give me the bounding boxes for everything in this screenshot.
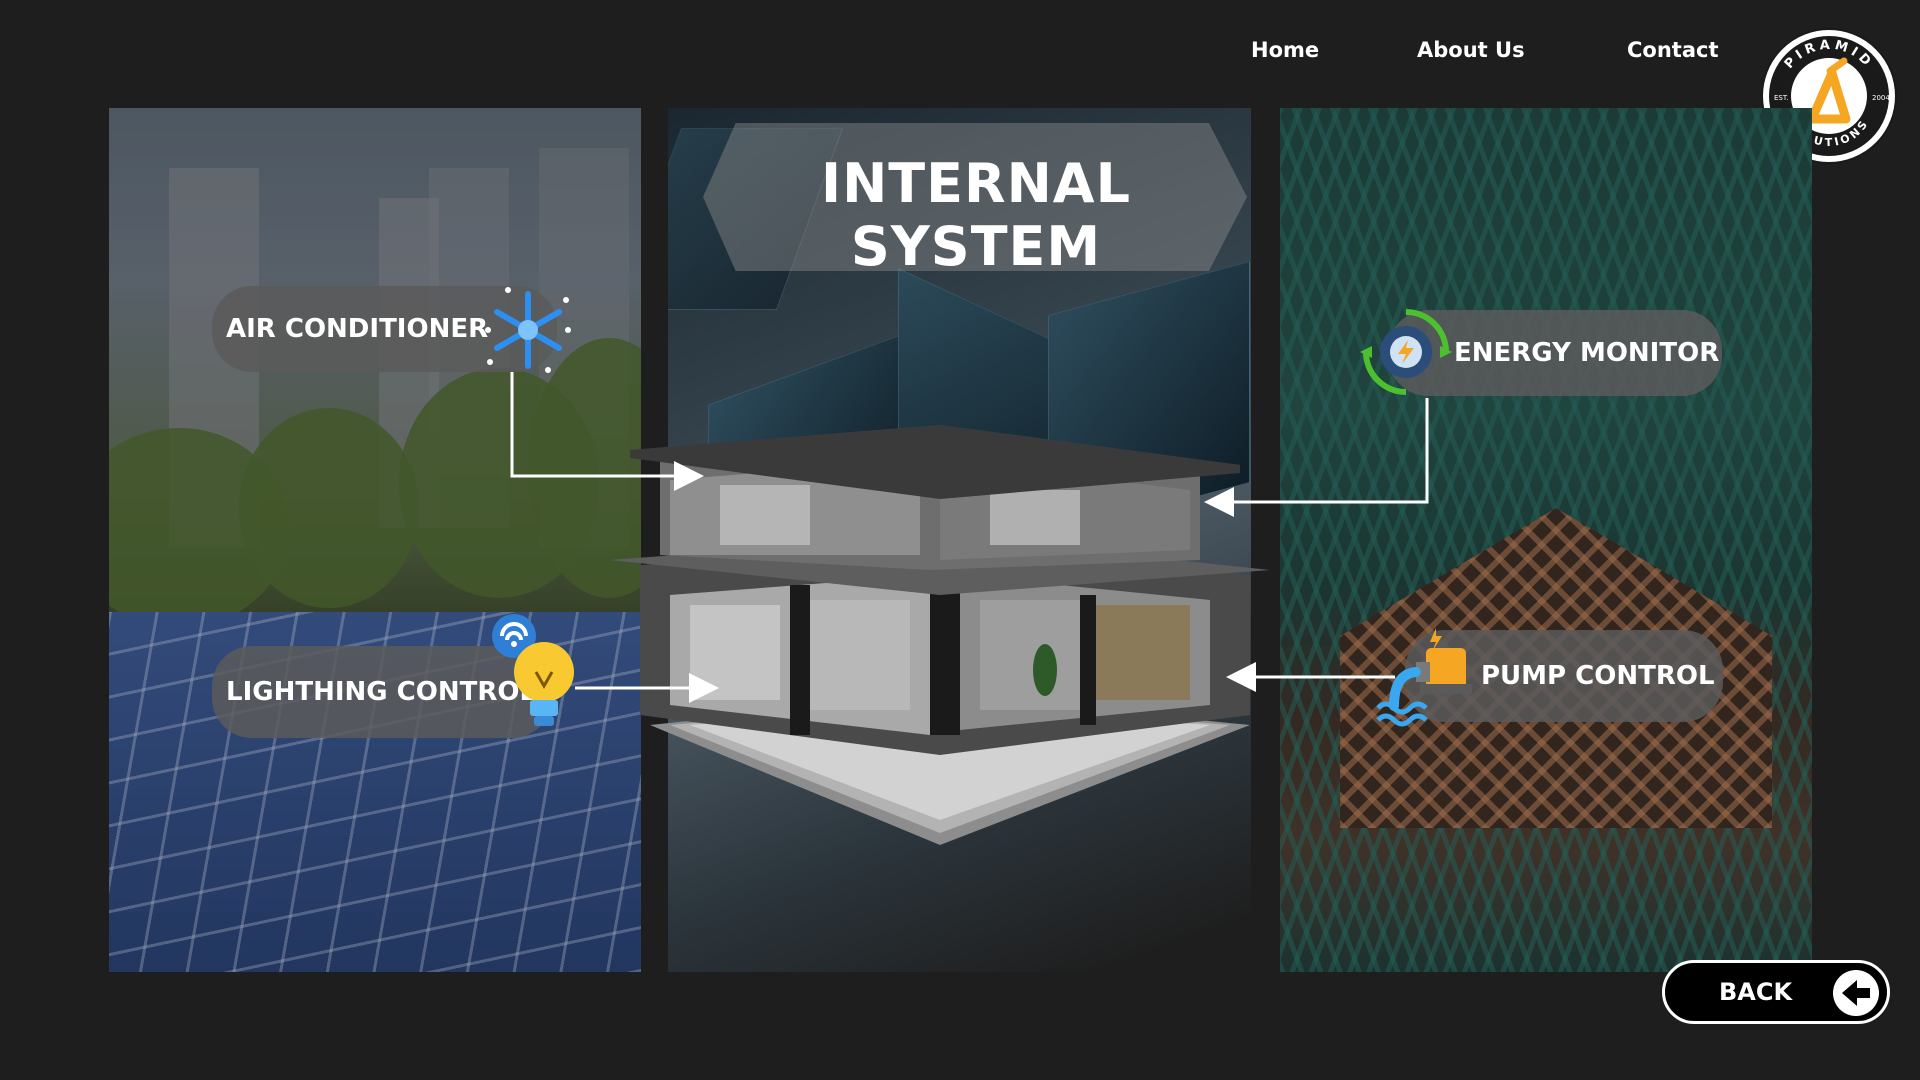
water-pump-icon (1376, 624, 1480, 728)
connector-arrows (510, 372, 1429, 703)
snowflake-icon (478, 280, 578, 380)
back-button-label: BACK (1719, 978, 1793, 1006)
smart-bulb-icon (488, 612, 582, 738)
pump-control-text: PUMP CONTROL (1481, 661, 1715, 691)
energy-gear-icon (1360, 306, 1452, 398)
air-conditioner-text: AIR CONDITIONER (226, 314, 489, 344)
back-button[interactable]: BACK (1662, 960, 1890, 1024)
arrow-left-icon (1833, 970, 1879, 1016)
energy-monitor-text: ENERGY MONITOR (1454, 338, 1720, 368)
